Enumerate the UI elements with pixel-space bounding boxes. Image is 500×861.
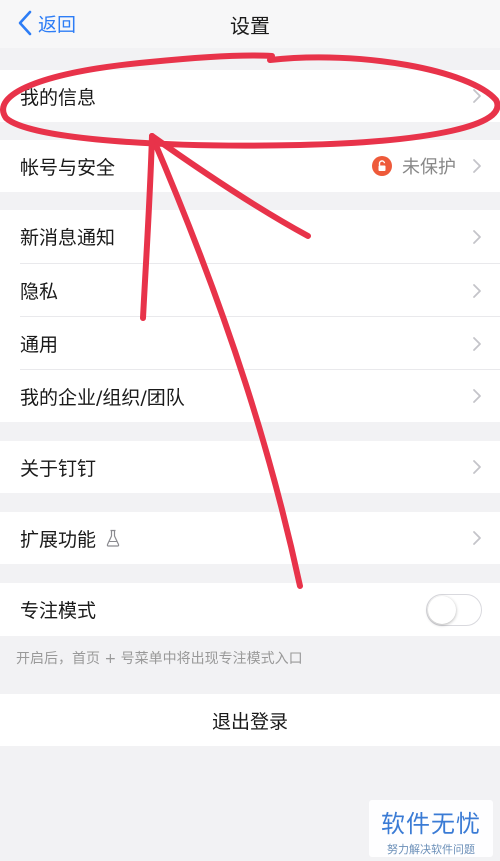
chevron-right-icon — [472, 459, 482, 479]
group-settings: 新消息通知 隐私 通用 我的企业/组织/团队 — [0, 210, 500, 422]
row-label: 关于钉钉 — [20, 457, 97, 480]
row-label: 扩展功能 — [20, 528, 97, 551]
lock-icon — [372, 156, 392, 176]
group-account: 帐号与安全 未保护 — [0, 140, 500, 192]
logout-button[interactable]: 退出登录 — [0, 694, 500, 746]
focus-mode-hint: 开启后，首页 + 号菜单中将出现专注模式入口 — [16, 651, 303, 667]
chevron-right-icon — [472, 88, 482, 108]
chevron-right-icon — [472, 530, 482, 550]
group-about: 关于钉钉 — [0, 441, 500, 493]
row-notifications[interactable]: 新消息通知 — [0, 210, 500, 263]
row-label: 隐私 — [20, 281, 59, 303]
account-status: 未保护 — [372, 153, 456, 179]
chevron-right-icon — [472, 388, 482, 408]
nav-bar: 返回 设置 — [0, 0, 500, 48]
row-account-security[interactable]: 帐号与安全 未保护 — [0, 140, 500, 192]
row-label: 我的企业/组织/团队 — [20, 386, 185, 409]
focus-mode-toggle[interactable] — [426, 593, 482, 626]
chevron-right-icon — [472, 283, 482, 303]
chevron-right-icon — [472, 158, 482, 178]
chevron-right-icon — [472, 229, 482, 249]
row-label: 专注模式 — [20, 600, 97, 622]
watermark-title: 软件无忧 — [381, 810, 481, 838]
page-title: 设置 — [230, 14, 270, 38]
row-label: 我的信息 — [20, 86, 97, 109]
row-label: 新消息通知 — [20, 227, 116, 249]
toggle-knob — [428, 595, 456, 624]
chevron-right-icon — [472, 336, 482, 356]
watermark-subtitle: 努力解决软件问题 — [387, 843, 475, 856]
status-text: 未保护 — [402, 157, 456, 178]
row-my-org[interactable]: 我的企业/组织/团队 — [0, 370, 500, 422]
row-general[interactable]: 通用 — [0, 317, 500, 370]
row-label: 通用 — [20, 334, 59, 356]
row-my-info[interactable]: 我的信息 — [0, 70, 500, 122]
row-about[interactable]: 关于钉钉 — [0, 441, 500, 493]
row-label: 帐号与安全 — [20, 156, 116, 179]
row-focus-mode: 专注模式 — [0, 583, 500, 636]
row-privacy[interactable]: 隐私 — [0, 264, 500, 317]
row-extensions[interactable]: 扩展功能 — [0, 512, 500, 564]
group-extensions: 扩展功能 — [0, 512, 500, 564]
watermark-logo: 软件无忧 努力解决软件问题 — [369, 800, 493, 857]
beaker-icon — [106, 529, 120, 547]
group-my-info: 我的信息 — [0, 70, 500, 122]
group-focus: 专注模式 — [0, 583, 500, 636]
